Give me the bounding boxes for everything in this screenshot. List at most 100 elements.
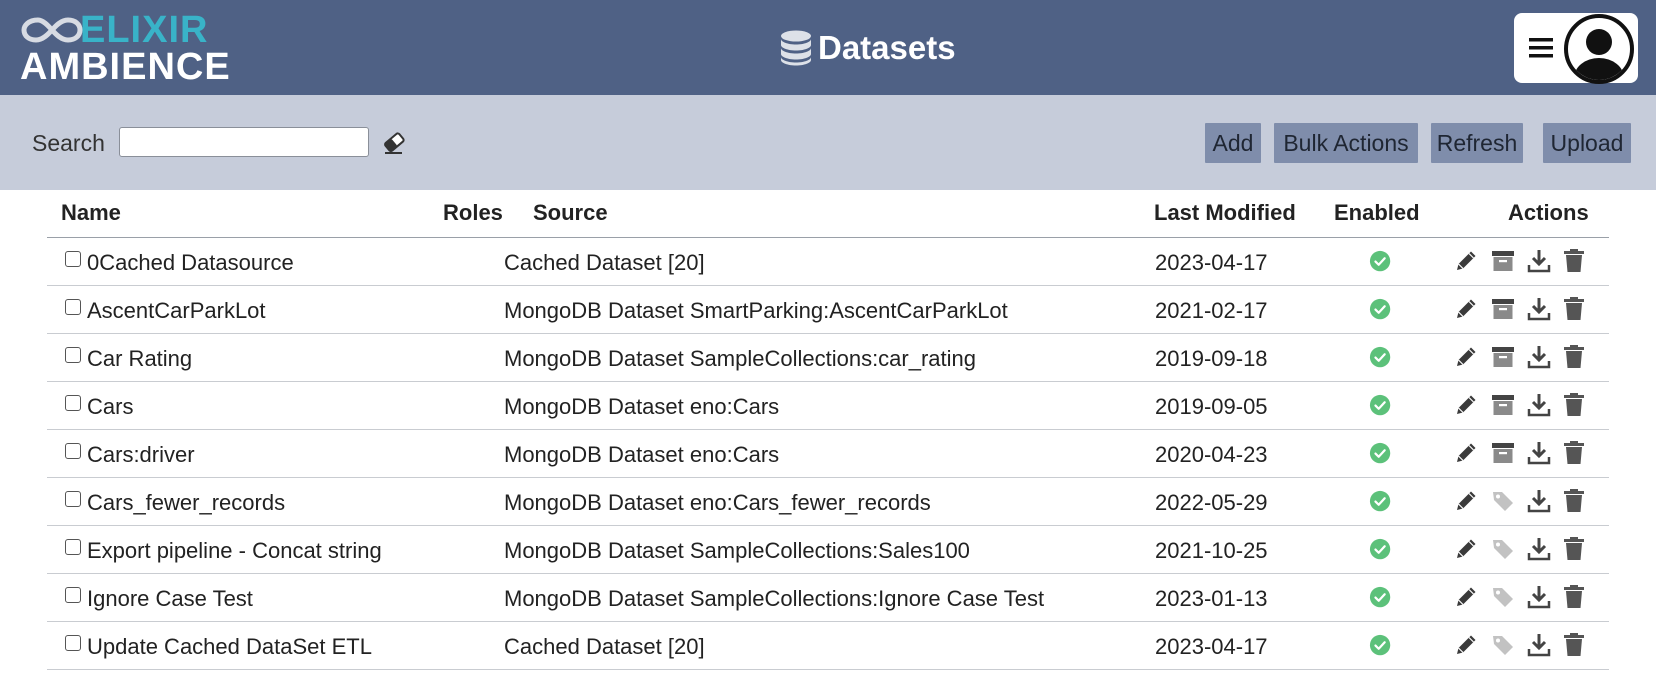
row-checkbox[interactable] [65, 299, 81, 315]
edit-pencil-icon[interactable] [1453, 392, 1479, 418]
tag-icon[interactable] [1490, 488, 1516, 514]
dataset-name[interactable]: Ignore Case Test [87, 586, 253, 612]
table-row[interactable]: Cars:driver MongoDB Dataset eno:Cars 2020-… [47, 430, 1609, 478]
dataset-name[interactable]: Export pipeline - Concat string [87, 538, 382, 564]
column-header-actions: Actions [1508, 200, 1589, 225]
database-icon [781, 30, 811, 66]
eraser-icon[interactable] [382, 131, 408, 155]
dataset-source: Cached Dataset [20] [504, 250, 705, 275]
edit-pencil-icon[interactable] [1453, 632, 1479, 658]
table-row[interactable]: Export pipeline - Concat string MongoDB D… [47, 526, 1609, 574]
dataset-last-modified: 2019-09-18 [1155, 346, 1268, 371]
table-row[interactable]: 0Cached Datasource Cached Dataset [20] 202… [47, 238, 1609, 286]
tag-icon[interactable] [1490, 536, 1516, 562]
edit-pencil-icon[interactable] [1453, 536, 1479, 562]
trash-icon[interactable] [1561, 584, 1587, 610]
download-icon[interactable] [1526, 632, 1552, 658]
table-body: 0Cached Datasource Cached Dataset [20] 202… [47, 238, 1609, 670]
page-title: Datasets [780, 26, 956, 70]
bulk-actions-button[interactable]: Bulk Actions [1274, 123, 1418, 163]
download-icon[interactable] [1526, 488, 1552, 514]
download-icon[interactable] [1526, 392, 1552, 418]
dataset-last-modified: 2023-04-17 [1155, 250, 1268, 275]
dataset-name[interactable]: AscentCarParkLot [87, 298, 266, 324]
dataset-last-modified: 2020-04-23 [1155, 442, 1268, 467]
dataset-last-modified: 2023-04-17 [1155, 634, 1268, 659]
search-input[interactable] [119, 127, 369, 157]
trash-icon[interactable] [1561, 344, 1587, 370]
row-checkbox[interactable] [65, 347, 81, 363]
elixir-ambience-logo[interactable]: ELIXIR AMBIENCE [20, 10, 230, 86]
dataset-name[interactable]: Update Cached DataSet ETL [87, 634, 372, 660]
row-checkbox[interactable] [65, 539, 81, 555]
archive-icon[interactable] [1490, 392, 1516, 418]
table-row[interactable]: Cars_fewer_records MongoDB Dataset eno:Ca… [47, 478, 1609, 526]
table-row[interactable]: Car Rating MongoDB Dataset SampleCollecti… [47, 334, 1609, 382]
hamburger-menu-icon[interactable] [1528, 35, 1554, 61]
column-header-last-modified[interactable]: Last Modified [1154, 200, 1296, 226]
check-circle-icon [1369, 442, 1391, 464]
row-checkbox[interactable] [65, 635, 81, 651]
page-title-text: Datasets [818, 29, 956, 66]
user-menu [1514, 13, 1638, 84]
edit-pencil-icon[interactable] [1453, 488, 1479, 514]
trash-icon[interactable] [1561, 536, 1587, 562]
dataset-last-modified: 2021-10-25 [1155, 538, 1268, 563]
trash-icon[interactable] [1561, 392, 1587, 418]
check-circle-icon [1369, 346, 1391, 368]
row-checkbox[interactable] [65, 251, 81, 267]
dataset-name[interactable]: Car Rating [87, 346, 192, 372]
edit-pencil-icon[interactable] [1453, 248, 1479, 274]
edit-pencil-icon[interactable] [1453, 440, 1479, 466]
archive-icon[interactable] [1490, 440, 1516, 466]
row-checkbox[interactable] [65, 395, 81, 411]
archive-icon[interactable] [1490, 344, 1516, 370]
edit-pencil-icon[interactable] [1453, 344, 1479, 370]
tag-icon[interactable] [1490, 584, 1516, 610]
check-circle-icon [1369, 490, 1391, 512]
dataset-name[interactable]: Cars_fewer_records [87, 490, 285, 516]
table-row[interactable]: Cars MongoDB Dataset eno:Cars 2019-09-05 [47, 382, 1609, 430]
row-checkbox[interactable] [65, 443, 81, 459]
tag-icon[interactable] [1490, 632, 1516, 658]
dataset-name[interactable]: Cars [87, 394, 133, 420]
column-header-name[interactable]: Name [61, 200, 121, 226]
download-icon[interactable] [1526, 536, 1552, 562]
edit-pencil-icon[interactable] [1453, 296, 1479, 322]
download-icon[interactable] [1526, 296, 1552, 322]
column-header-roles[interactable]: Roles [443, 200, 503, 226]
dataset-source: MongoDB Dataset SampleCollections:Ignore… [504, 586, 1045, 611]
dataset-source: MongoDB Dataset SmartParking:AscentCarPa… [504, 298, 1008, 323]
trash-icon[interactable] [1561, 440, 1587, 466]
dataset-last-modified: 2022-05-29 [1155, 490, 1268, 515]
table-header: Name Roles Source Last Modified Enabled … [47, 190, 1609, 238]
dataset-name[interactable]: 0Cached Datasource [87, 250, 294, 276]
trash-icon[interactable] [1561, 632, 1587, 658]
trash-icon[interactable] [1561, 248, 1587, 274]
download-icon[interactable] [1526, 344, 1552, 370]
table-row[interactable]: Update Cached DataSet ETL Cached Dataset … [47, 622, 1609, 670]
row-checkbox[interactable] [65, 587, 81, 603]
upload-button[interactable]: Upload [1543, 123, 1631, 163]
archive-icon[interactable] [1490, 296, 1516, 322]
edit-pencil-icon[interactable] [1453, 584, 1479, 610]
search-label: Search [32, 130, 105, 156]
download-icon[interactable] [1526, 440, 1552, 466]
user-avatar-icon[interactable] [1564, 14, 1634, 84]
table-row[interactable]: AscentCarParkLot MongoDB Dataset SmartPar… [47, 286, 1609, 334]
column-header-enabled[interactable]: Enabled [1334, 200, 1420, 226]
row-checkbox[interactable] [65, 491, 81, 507]
check-circle-icon [1369, 586, 1391, 608]
download-icon[interactable] [1526, 584, 1552, 610]
table-row[interactable]: Ignore Case Test MongoDB Dataset SampleCo… [47, 574, 1609, 622]
refresh-button[interactable]: Refresh [1431, 123, 1523, 163]
column-header-source[interactable]: Source [533, 200, 608, 226]
trash-icon[interactable] [1561, 488, 1587, 514]
add-button[interactable]: Add [1205, 123, 1261, 163]
dataset-name[interactable]: Cars:driver [87, 442, 195, 468]
app-header: ELIXIR AMBIENCE Datasets [0, 0, 1656, 95]
archive-icon[interactable] [1490, 248, 1516, 274]
dataset-source: MongoDB Dataset eno:Cars [504, 394, 780, 419]
trash-icon[interactable] [1561, 296, 1587, 322]
download-icon[interactable] [1526, 248, 1552, 274]
